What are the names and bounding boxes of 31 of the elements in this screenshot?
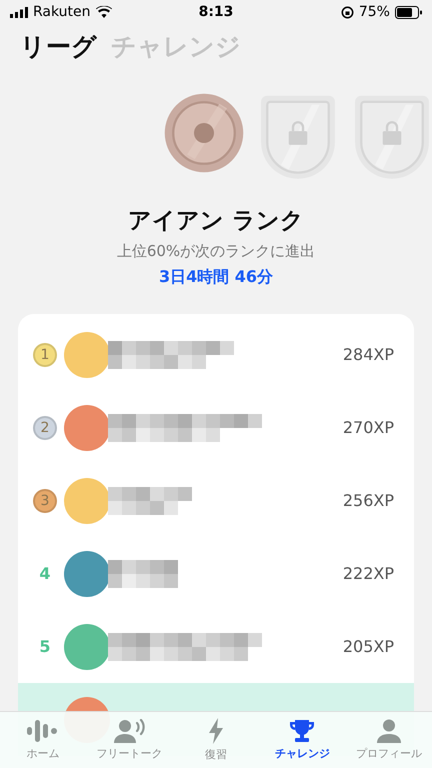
pixelated-name-drawing <box>108 560 178 588</box>
nav-tab[interactable]: 復習 <box>172 712 260 768</box>
rank-number: 4 <box>39 564 51 583</box>
xp-score: 222XP <box>342 564 394 583</box>
xp-score: 284XP <box>342 345 394 364</box>
speaking-person-icon <box>114 719 146 743</box>
signal-icon <box>10 6 28 18</box>
league-tab[interactable]: リーグ <box>20 30 97 63</box>
nav-tab[interactable]: ホーム <box>0 712 86 768</box>
battery-percent: 75% <box>358 4 390 20</box>
wifi-icon <box>96 6 112 18</box>
nav-tab[interactable]: チャレンジ <box>259 712 346 768</box>
xp-score: 256XP <box>342 491 394 510</box>
trophy-icon <box>289 719 316 743</box>
rotation-lock-icon <box>340 6 354 18</box>
carrier-name: Rakuten <box>33 4 91 20</box>
clock-time: 8:13 <box>198 4 234 20</box>
battery-icon <box>394 6 422 18</box>
countdown-timer: 3日4時間 46分 <box>158 267 274 288</box>
promotion-note: 上位60%が次のランクに進出 <box>116 242 316 261</box>
lightning-icon <box>208 718 224 744</box>
rank-title: アイアン ランク <box>128 207 304 236</box>
xp-score: 205XP <box>342 637 394 656</box>
xp-score: 270XP <box>342 418 394 437</box>
rank-medal: 2 <box>33 416 57 440</box>
person-icon <box>376 719 401 743</box>
nav-tab[interactable]: フリートーク <box>86 712 173 768</box>
nav-tab[interactable]: プロフィール <box>346 712 432 768</box>
rank-medal: 3 <box>33 488 57 512</box>
rank-number: 5 <box>39 637 51 656</box>
rank-medal: 1 <box>33 342 57 366</box>
